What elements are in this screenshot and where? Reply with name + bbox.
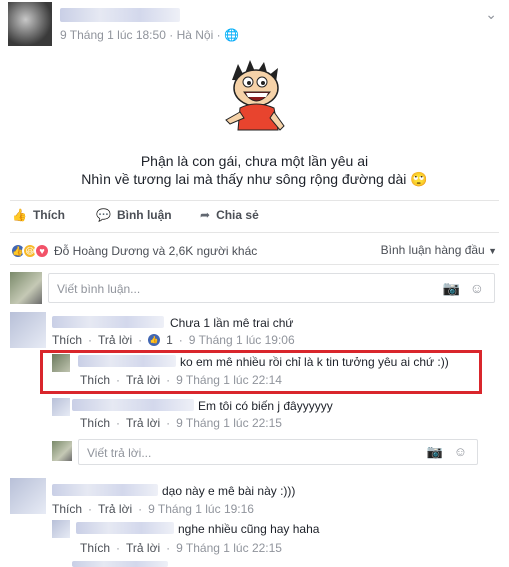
camera-icon[interactable]: 📷 bbox=[427, 444, 443, 460]
post-time[interactable]: 9 Tháng 1 lúc 18:50 bbox=[60, 28, 166, 42]
reply-avatar[interactable] bbox=[52, 354, 70, 372]
comment-placeholder: Viết bình luận... bbox=[57, 282, 141, 296]
reply-time[interactable]: 9 Tháng 1 lúc 22:15 bbox=[176, 416, 282, 430]
rolling-eyes-emoji: 🙄 bbox=[410, 171, 428, 187]
truncated-row-blurred bbox=[72, 561, 168, 567]
divider bbox=[10, 200, 499, 201]
reply-time[interactable]: 9 Tháng 1 lúc 22:15 bbox=[176, 541, 282, 555]
reply-reply-link[interactable]: Trả lời bbox=[126, 373, 160, 387]
like-count-icon: 👍 bbox=[148, 334, 161, 346]
post-text-line-1: Phận là con gái, chưa một lần yêu ai bbox=[140, 153, 369, 169]
reply-text: ko em mê nhiều rồi chỉ là k tin tưởng yê… bbox=[180, 355, 449, 369]
reply-name-blurred[interactable] bbox=[72, 399, 194, 411]
commenter-avatar[interactable] bbox=[10, 478, 46, 514]
reply-time[interactable]: 9 Tháng 1 lúc 22:14 bbox=[176, 373, 282, 387]
reply-actions: Thích · Trả lời · 9 Tháng 1 lúc 22:15 bbox=[80, 541, 282, 555]
reply-like-link[interactable]: Thích bbox=[80, 373, 110, 387]
post-text-line-2-text: Nhìn về tương lai mà thấy như sông rộng … bbox=[81, 171, 407, 187]
reply-placeholder: Viết trả lời... bbox=[87, 446, 152, 460]
reactions-text[interactable]: Đỗ Hoàng Dương và 2,6K người khác bbox=[54, 244, 257, 258]
commenter-name-blurred[interactable] bbox=[52, 316, 164, 328]
comment-text: dạo này e mê bài này :))) bbox=[162, 484, 296, 498]
share-arrow-icon: ➦ bbox=[200, 208, 211, 222]
reply-reply-link[interactable]: Trả lời bbox=[126, 416, 160, 430]
sort-label: Bình luận hàng đầu bbox=[380, 243, 485, 257]
speech-bubble-icon: 💬 bbox=[96, 208, 111, 222]
post-meta: 9 Tháng 1 lúc 18:50 · Hà Nội · 🌐 bbox=[60, 28, 239, 42]
reply-like-link[interactable]: Thích bbox=[80, 541, 110, 555]
comment-time[interactable]: 9 Tháng 1 lúc 19:16 bbox=[148, 502, 254, 516]
chevron-down-icon[interactable]: ⌄ bbox=[485, 6, 497, 23]
current-user-avatar bbox=[10, 272, 42, 304]
share-label: Chia sẻ bbox=[216, 208, 259, 222]
reply-like-link[interactable]: Thích bbox=[80, 416, 110, 430]
like-label: Thích bbox=[32, 208, 65, 222]
smiley-icon[interactable]: ☺ bbox=[454, 444, 467, 459]
comment-like-count[interactable]: 1 bbox=[166, 333, 173, 347]
reply-avatar[interactable] bbox=[52, 398, 70, 416]
love-reaction-icon: ♥ bbox=[34, 243, 50, 259]
post-location[interactable]: Hà Nội bbox=[177, 28, 214, 42]
comment-like-link[interactable]: Thích bbox=[52, 333, 82, 347]
comment-sort-dropdown[interactable]: Bình luận hàng đầu ▼ bbox=[381, 243, 497, 257]
author-name-blurred[interactable] bbox=[60, 8, 180, 22]
reply-actions: Thích · Trả lời · 9 Tháng 1 lúc 22:14 bbox=[80, 373, 282, 387]
comment-button[interactable]: 💬 Bình luận bbox=[96, 208, 172, 222]
thumbs-up-icon: 👍 bbox=[12, 208, 27, 222]
reply-name-blurred[interactable] bbox=[76, 522, 174, 534]
comment-label: Bình luận bbox=[116, 208, 172, 222]
reply-actions: Thích · Trả lời · 9 Tháng 1 lúc 22:15 bbox=[80, 416, 282, 430]
smiley-icon[interactable]: ☺ bbox=[470, 280, 484, 296]
current-user-avatar bbox=[52, 441, 72, 461]
reply-text: nghe nhiều cũng hay haha bbox=[178, 522, 320, 536]
author-avatar[interactable] bbox=[8, 2, 52, 46]
divider bbox=[10, 232, 499, 233]
reply-name-blurred[interactable] bbox=[78, 355, 176, 367]
reply-reply-link[interactable]: Trả lời bbox=[126, 541, 160, 555]
laughing-sticker bbox=[218, 58, 292, 140]
commenter-name-blurred[interactable] bbox=[52, 484, 158, 496]
comment-text: Chưa 1 lần mê trai chứ bbox=[170, 316, 294, 330]
like-button[interactable]: 👍 Thích bbox=[12, 208, 65, 222]
comment-actions: Thích · Trả lời · 9 Tháng 1 lúc 19:16 bbox=[52, 502, 254, 516]
globe-icon: 🌐 bbox=[223, 28, 239, 42]
reply-avatar[interactable] bbox=[52, 520, 70, 538]
reply-input[interactable]: Viết trả lời... 📷 ☺ bbox=[78, 439, 478, 465]
divider bbox=[10, 264, 499, 265]
comment-time[interactable]: 9 Tháng 1 lúc 19:06 bbox=[189, 333, 295, 347]
caret-down-icon: ▼ bbox=[488, 246, 497, 256]
comment-like-link[interactable]: Thích bbox=[52, 502, 82, 516]
comment-actions: Thích · Trả lời · 👍 1 · 9 Tháng 1 lúc 19:06 bbox=[52, 333, 295, 347]
reactions-summary[interactable]: 👍 😆 ♥ Đỗ Hoàng Dương và 2,6K người khác bbox=[10, 243, 257, 259]
camera-icon[interactable]: 📷 bbox=[443, 280, 460, 297]
comment-reply-link[interactable]: Trả lời bbox=[98, 502, 132, 516]
share-button[interactable]: ➦ Chia sẻ bbox=[200, 208, 259, 222]
post-text-line-2: Nhìn về tương lai mà thấy như sông rộng … bbox=[0, 171, 509, 188]
reply-text: Em tôi có biến j đâyyyyyy bbox=[198, 399, 333, 413]
comment-input[interactable]: Viết bình luận... 📷 ☺ bbox=[48, 273, 495, 303]
comment-reply-link[interactable]: Trả lời bbox=[98, 333, 132, 347]
commenter-avatar[interactable] bbox=[10, 312, 46, 348]
